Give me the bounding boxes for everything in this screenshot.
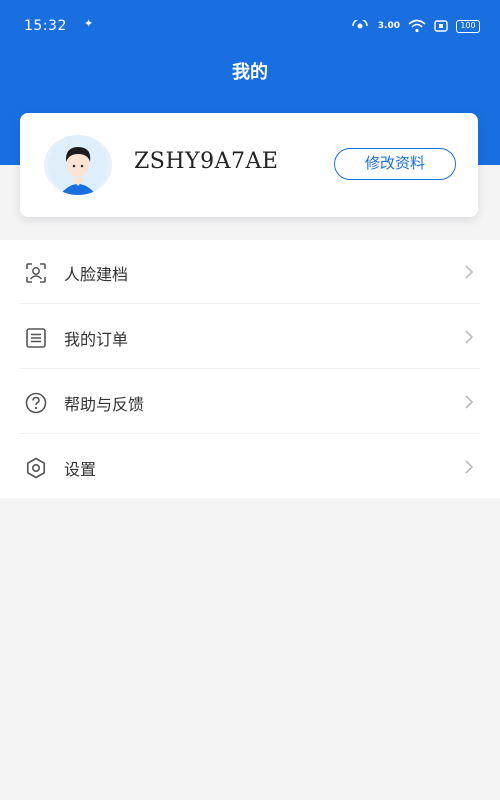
menu-item-my-orders[interactable]: 我的订单 bbox=[0, 305, 500, 369]
edit-profile-button[interactable]: 修改资料 bbox=[334, 148, 456, 180]
menu-item-label: 人脸建档 bbox=[64, 265, 129, 284]
signal-rate-text: 3.00 bbox=[377, 21, 400, 31]
menu-item-help-feedback[interactable]: 帮助与反馈 bbox=[0, 370, 500, 434]
page-title: 我的 bbox=[232, 62, 268, 83]
menu-item-label: 设置 bbox=[64, 460, 97, 479]
face-scan-icon bbox=[26, 263, 46, 283]
notification-dot-icon: ✦ bbox=[84, 17, 94, 30]
settings-icon bbox=[27, 457, 45, 479]
order-list-icon bbox=[26, 328, 46, 348]
menu-item-face-record[interactable]: 人脸建档 bbox=[0, 240, 500, 304]
username: ZSHY9A7AE bbox=[134, 149, 279, 174]
vibrate-icon bbox=[434, 20, 448, 32]
menu-item-label: 帮助与反馈 bbox=[64, 395, 145, 414]
chevron-right-icon bbox=[465, 330, 474, 344]
menu-list: 人脸建档 我的订单 帮助与反馈 设置 bbox=[0, 240, 500, 498]
avatar[interactable] bbox=[44, 135, 112, 195]
help-icon bbox=[25, 392, 47, 414]
divider bbox=[20, 368, 480, 369]
profile-card: ZSHY9A7AE 修改资料 bbox=[20, 113, 478, 217]
status-bar: 15:32 ✦ 3.00 100 bbox=[0, 0, 500, 52]
chevron-right-icon bbox=[465, 395, 474, 409]
hotspot-icon bbox=[352, 20, 368, 29]
chevron-right-icon bbox=[465, 265, 474, 279]
menu-item-settings[interactable]: 设置 bbox=[0, 435, 500, 499]
status-icons: 3.00 100 bbox=[350, 17, 480, 35]
battery-icon: 100 bbox=[456, 19, 480, 33]
user-avatar-icon bbox=[48, 135, 108, 195]
divider bbox=[20, 303, 480, 304]
menu-item-label: 我的订单 bbox=[64, 330, 129, 349]
chevron-right-icon bbox=[465, 460, 474, 474]
battery-level: 100 bbox=[460, 20, 476, 30]
wifi-icon bbox=[408, 19, 426, 33]
divider bbox=[20, 433, 480, 434]
status-time: 15:32 bbox=[24, 18, 67, 34]
